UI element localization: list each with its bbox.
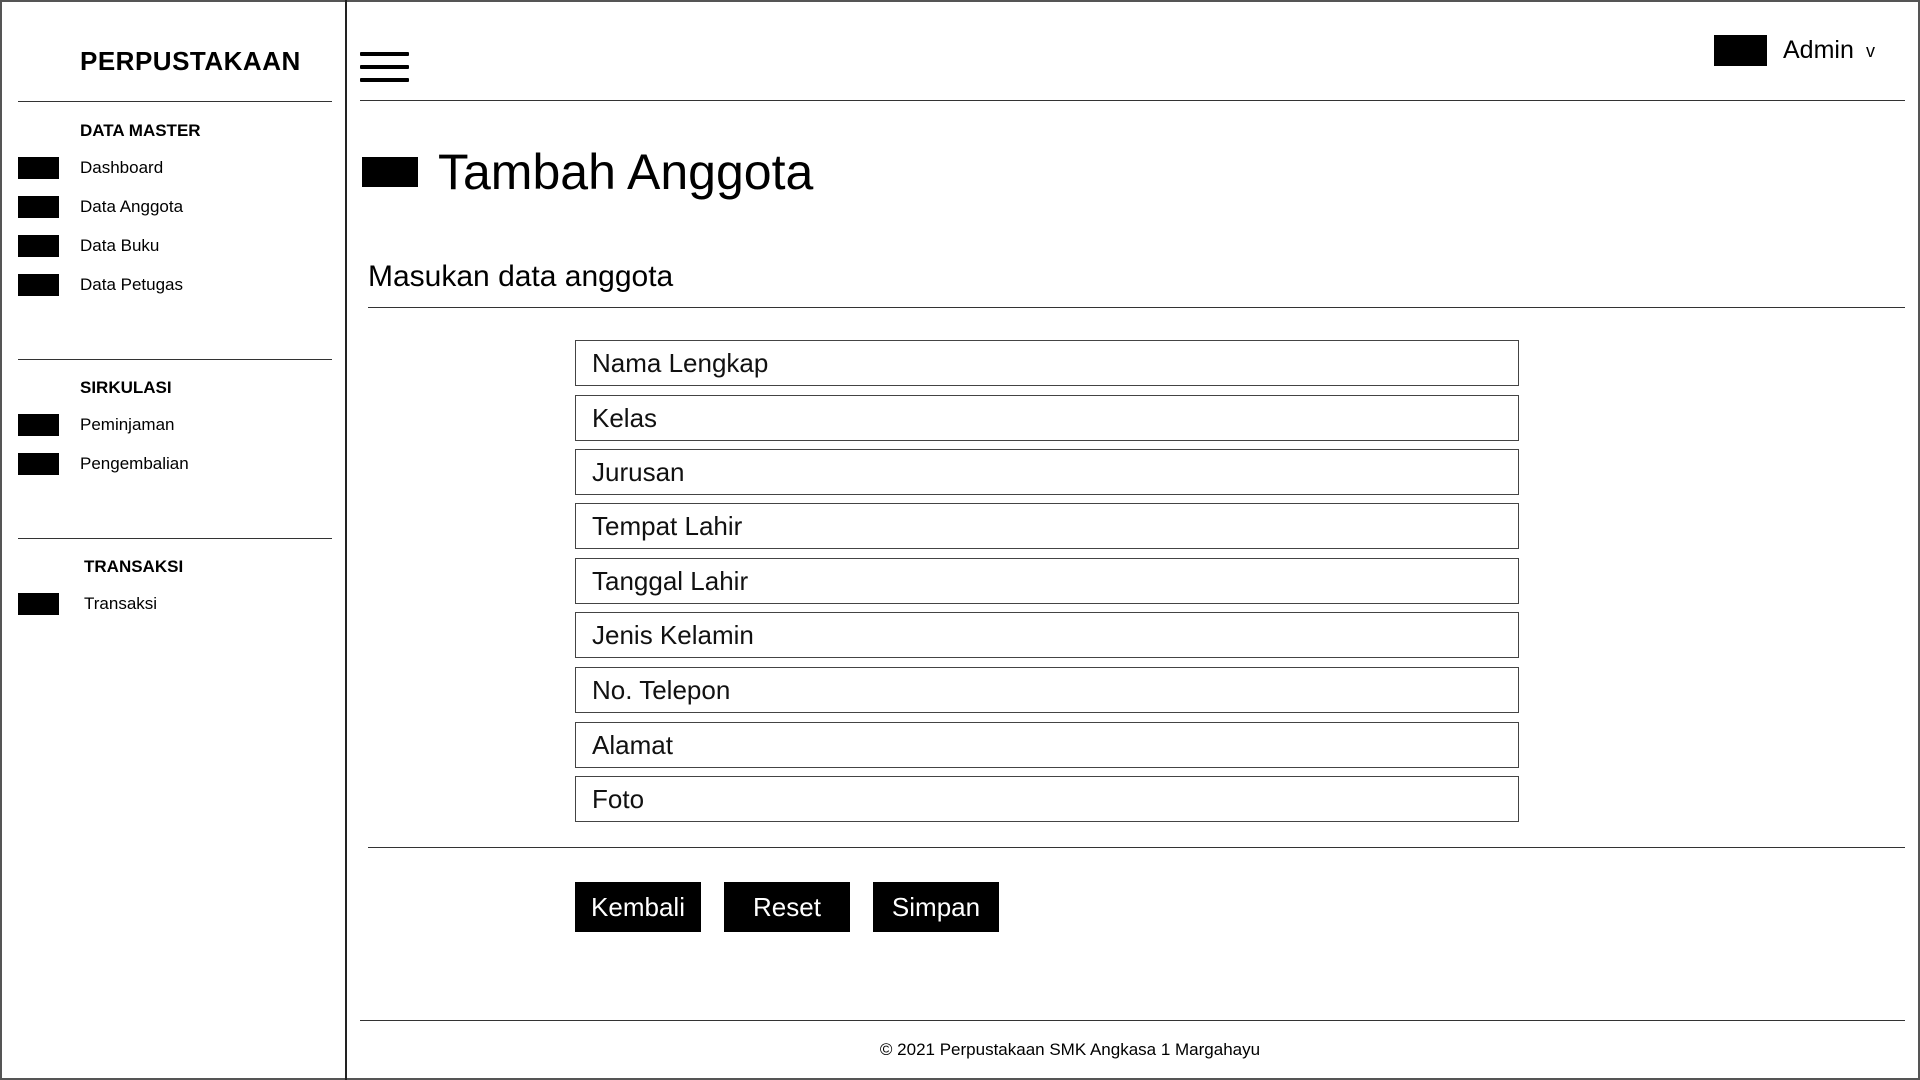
foto-field[interactable] (575, 776, 1519, 822)
sidebar-item-peminjaman[interactable]: Peminjaman (18, 414, 175, 436)
staff-icon (18, 274, 59, 296)
no-telepon-field[interactable] (575, 667, 1519, 713)
sidebar-item-pengembalian[interactable]: Pengembalian (18, 453, 189, 475)
sidebar-divider (18, 101, 332, 102)
sidebar-item-data-anggota[interactable]: Data Anggota (18, 196, 183, 218)
sidebar-item-label: Dashboard (80, 158, 164, 177)
menu-toggle-button[interactable] (360, 52, 410, 84)
brand-title: PERPUSTAKAAN (80, 46, 301, 76)
sidebar-item-label: Data Buku (80, 236, 160, 255)
back-button[interactable]: Kembali (575, 882, 701, 932)
tempat-lahir-field[interactable] (575, 503, 1519, 549)
avatar[interactable] (1714, 35, 1767, 66)
section-title-sirkulasi: SIRKULASI (80, 378, 172, 397)
footer-divider (360, 1020, 1905, 1021)
sidebar-item-data-petugas[interactable]: Data Petugas (18, 274, 183, 296)
sidebar-item-transaksi[interactable]: Transaksi (18, 593, 157, 615)
sidebar-item-label: Transaksi (84, 594, 158, 613)
form-top-divider (368, 307, 1905, 308)
jurusan-field[interactable] (575, 449, 1519, 495)
form-bottom-divider (368, 847, 1905, 848)
nama-lengkap-field[interactable] (575, 340, 1519, 386)
dashboard-icon (18, 157, 59, 179)
alamat-field[interactable] (575, 722, 1519, 768)
sidebar: PERPUSTAKAAN DATA MASTER Dashboard Data … (0, 0, 347, 1080)
section-title-transaksi: TRANSAKSI (84, 557, 184, 576)
footer-copyright: © 2021 Perpustakaan SMK Angkasa 1 Margah… (879, 1040, 1261, 1059)
page-title: Tambah Anggota (438, 144, 814, 200)
book-icon (18, 235, 59, 257)
sidebar-divider (18, 538, 332, 539)
hamburger-icon (360, 78, 409, 82)
save-button[interactable]: Simpan (873, 882, 999, 932)
jenis-kelamin-field[interactable] (575, 612, 1519, 658)
form-heading: Masukan data anggota (368, 260, 674, 293)
kelas-field[interactable] (575, 395, 1519, 441)
transaction-icon (18, 593, 59, 615)
hamburger-icon (360, 52, 409, 56)
hamburger-icon (360, 65, 409, 69)
sidebar-item-dashboard[interactable]: Dashboard (18, 157, 163, 179)
sidebar-item-label: Peminjaman (80, 415, 175, 434)
section-title-data-master: DATA MASTER (80, 121, 201, 140)
tanggal-lahir-field[interactable] (575, 558, 1519, 604)
borrow-icon (18, 414, 59, 436)
sidebar-item-label: Pengembalian (80, 454, 189, 473)
page-title-icon (362, 157, 418, 187)
sidebar-divider (18, 359, 332, 360)
sidebar-item-label: Data Petugas (80, 275, 184, 294)
chevron-down-icon[interactable]: v (1866, 41, 1875, 62)
sidebar-item-data-buku[interactable]: Data Buku (18, 235, 159, 257)
footer: © 2021 Perpustakaan SMK Angkasa 1 Margah… (0, 1040, 1920, 1060)
return-icon (18, 453, 59, 475)
reset-button[interactable]: Reset (724, 882, 850, 932)
header-divider (360, 100, 1905, 101)
sidebar-item-label: Data Anggota (80, 197, 184, 216)
user-menu-name[interactable]: Admin (1783, 36, 1854, 65)
members-icon (18, 196, 59, 218)
